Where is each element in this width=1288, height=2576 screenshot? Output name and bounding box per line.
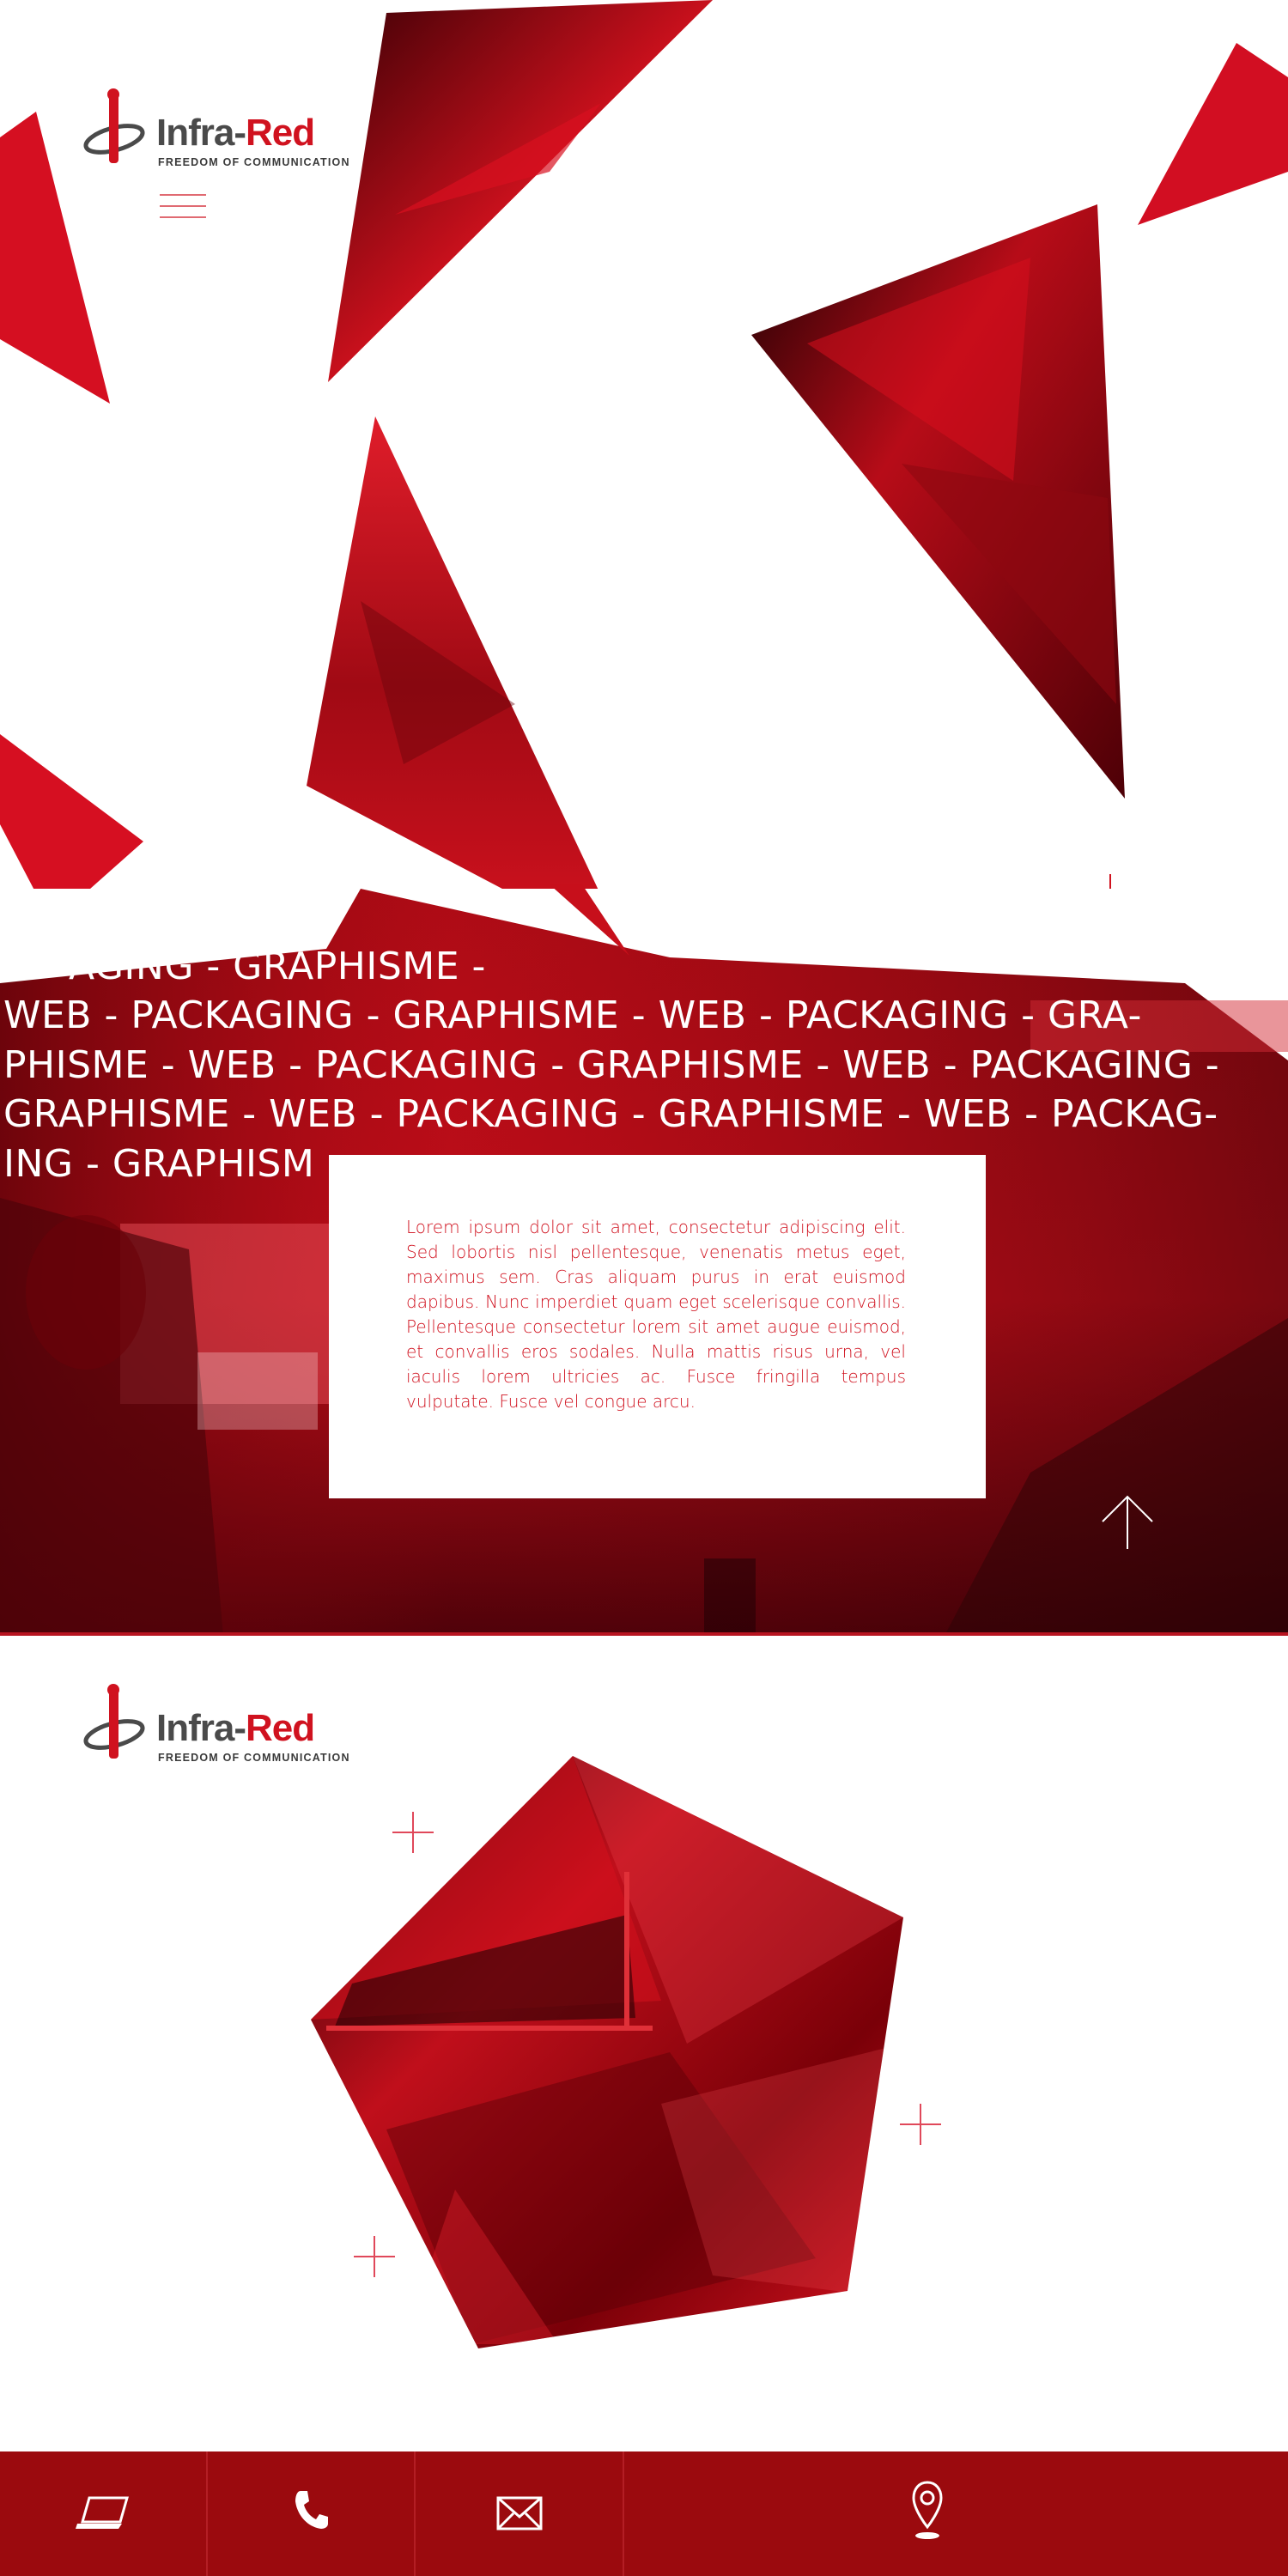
logo-mark-icon xyxy=(83,1684,145,1759)
footer-mail-button[interactable] xyxy=(416,2451,624,2576)
triangle-top-right xyxy=(1138,43,1288,225)
triangle-center-tip xyxy=(550,884,629,956)
mail-icon xyxy=(496,2496,543,2530)
header-logo[interactable]: Infra-Red FREEDOM OF COMMUNICATION xyxy=(83,86,358,180)
footer-phone-button[interactable] xyxy=(208,2451,416,2576)
intro-card: Lorem ipsum dolor sit amet, consectetur … xyxy=(329,1155,986,1498)
intro-text: Lorem ipsum dolor sit amet, consectetur … xyxy=(406,1217,906,1412)
plus-icon xyxy=(900,2104,941,2145)
phone-icon xyxy=(295,2491,328,2529)
brand-tagline: FREEDOM OF COMMUNICATION xyxy=(158,156,350,168)
scroll-top-button[interactable] xyxy=(1099,1492,1156,1549)
hamburger-menu-icon[interactable] xyxy=(160,194,206,220)
footer-laptop-button[interactable] xyxy=(0,2451,208,2576)
marquee-line: WEB - PACKAGING - GRAPHISME - WEB - PACK… xyxy=(3,993,1142,1037)
marquee-line: PHISME - WEB - PACKAGING - GRAPHISME - W… xyxy=(3,1043,1220,1087)
footer-location-button[interactable] xyxy=(624,2451,1288,2576)
triangle-top-photo xyxy=(328,0,713,382)
arrow-up-icon xyxy=(1102,1495,1153,1549)
marquee-line: ING - GRAPHISM xyxy=(3,1142,315,1186)
logo-mark-icon xyxy=(83,88,145,163)
marquee-line: GRAPHISME - WEB - PACKAGING - GRAPHISME … xyxy=(3,1092,1218,1136)
laptop-icon xyxy=(76,2496,129,2529)
brand-name: Infra-Red xyxy=(156,112,315,154)
footer-bar xyxy=(0,2451,1288,2576)
plus-icon xyxy=(392,1812,434,1853)
location-pin-icon xyxy=(912,2481,943,2539)
plus-icon xyxy=(354,2236,395,2277)
brand-name: Infra-Red xyxy=(156,1707,315,1749)
